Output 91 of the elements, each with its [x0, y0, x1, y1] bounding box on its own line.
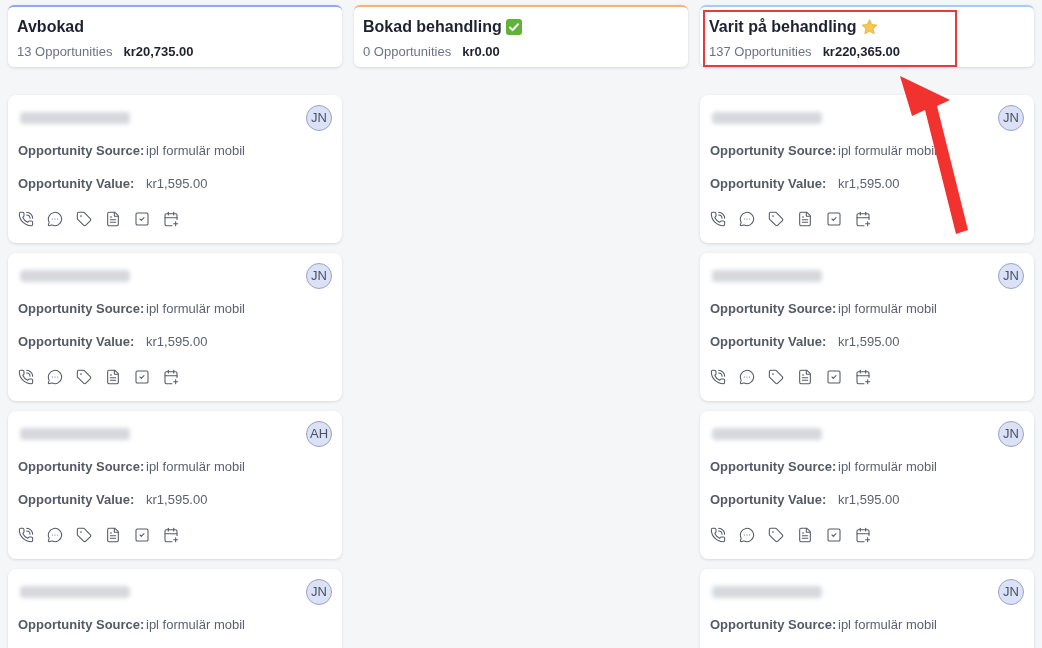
field-label: Opportunity Value:	[710, 332, 828, 351]
avatar: JN	[998, 105, 1024, 131]
opportunity-card[interactable]: JN Opportunity Source:ipl formulär mobil Opportunity Value: kr1,595.00	[8, 253, 342, 401]
stage-total: kr20,735.00	[123, 43, 194, 61]
field-label: Opportunity Value:	[18, 490, 136, 509]
field-label: Opportunity Value:	[710, 174, 828, 193]
field-value: ipl formulär mobil	[838, 141, 937, 160]
opportunity-count: 0 Opportunities	[363, 43, 452, 61]
opportunity-count: 13 Opportunities	[17, 43, 113, 61]
tag-icon[interactable]	[76, 527, 92, 543]
document-icon[interactable]	[105, 211, 121, 227]
field-value: ipl formulär mobil	[146, 299, 245, 318]
field-label: Opportunity Source:	[710, 299, 838, 318]
stage-title: Avbokad	[17, 17, 84, 37]
star-icon	[860, 19, 878, 35]
field-label: Opportunity Value:	[18, 332, 136, 351]
tag-icon[interactable]	[76, 369, 92, 385]
opportunity-card[interactable]: JN Opportunity Source:ipl formulär mobil Opportunity Value: kr1,595.00	[8, 95, 342, 243]
opportunity-card[interactable]: JN Opportunity Source:ipl formulär mobil	[8, 569, 342, 648]
opportunity-count: 137 Opportunities	[709, 43, 812, 61]
chat-icon[interactable]	[739, 211, 755, 227]
tag-icon[interactable]	[768, 527, 784, 543]
field-label: Opportunity Value:	[18, 174, 136, 193]
calendar-icon[interactable]	[163, 527, 179, 543]
phone-icon[interactable]	[710, 527, 726, 543]
document-icon[interactable]	[105, 369, 121, 385]
field-value: kr1,595.00	[838, 490, 900, 509]
tag-icon[interactable]	[768, 369, 784, 385]
field-value: ipl formulär mobil	[838, 457, 937, 476]
field-label: Opportunity Source:	[710, 457, 838, 476]
opportunity-card[interactable]: JN Opportunity Source:ipl formulär mobil	[700, 569, 1034, 648]
avatar: JN	[998, 579, 1024, 605]
tag-icon[interactable]	[768, 211, 784, 227]
field-value: kr1,595.00	[146, 490, 208, 509]
document-icon[interactable]	[797, 369, 813, 385]
phone-icon[interactable]	[18, 369, 34, 385]
field-label: Opportunity Source:	[710, 141, 838, 160]
field-value: kr1,595.00	[838, 332, 900, 351]
field-label: Opportunity Source:	[710, 615, 838, 634]
field-label: Opportunity Source:	[18, 299, 146, 318]
calendar-icon[interactable]	[855, 211, 871, 227]
avatar: JN	[306, 579, 332, 605]
chat-icon[interactable]	[47, 369, 63, 385]
chat-icon[interactable]	[47, 211, 63, 227]
field-value: kr1,595.00	[838, 174, 900, 193]
document-icon[interactable]	[797, 527, 813, 543]
phone-icon[interactable]	[710, 211, 726, 227]
calendar-icon[interactable]	[855, 527, 871, 543]
chat-icon[interactable]	[47, 527, 63, 543]
chat-icon[interactable]	[739, 369, 755, 385]
checkbox-icon[interactable]	[134, 211, 150, 227]
phone-icon[interactable]	[18, 527, 34, 543]
opportunity-card[interactable]: JN Opportunity Source:ipl formulär mobil Opportunity Value: kr1,595.00	[700, 411, 1034, 559]
field-label: Opportunity Source:	[18, 141, 146, 160]
avatar: JN	[998, 263, 1024, 289]
tag-icon[interactable]	[76, 211, 92, 227]
stage-total: kr0.00	[462, 43, 500, 61]
stage-title: Bokad behandling	[363, 17, 502, 37]
avatar: JN	[998, 421, 1024, 447]
checkbox-icon[interactable]	[134, 527, 150, 543]
calendar-icon[interactable]	[163, 211, 179, 227]
field-value: kr1,595.00	[146, 332, 208, 351]
checkbox-icon[interactable]	[826, 527, 842, 543]
field-value: ipl formulär mobil	[146, 141, 245, 160]
avatar: AH	[306, 421, 332, 447]
opportunity-card[interactable]: JN Opportunity Source:ipl formulär mobil Opportunity Value: kr1,595.00	[700, 95, 1034, 243]
field-value: ipl formulär mobil	[146, 457, 245, 476]
field-label: Opportunity Source:	[18, 457, 146, 476]
field-value: ipl formulär mobil	[146, 615, 245, 634]
field-value: kr1,595.00	[146, 174, 208, 193]
field-value: ipl formulär mobil	[838, 299, 937, 318]
document-icon[interactable]	[797, 211, 813, 227]
field-label: Opportunity Source:	[18, 615, 146, 634]
opportunity-card[interactable]: JN Opportunity Source:ipl formulär mobil Opportunity Value: kr1,595.00	[700, 253, 1034, 401]
checkbox-icon[interactable]	[134, 369, 150, 385]
stage-total: kr220,365.00	[822, 43, 900, 61]
phone-icon[interactable]	[710, 369, 726, 385]
field-value: ipl formulär mobil	[838, 615, 937, 634]
field-label: Opportunity Value:	[710, 490, 828, 509]
checkbox-icon[interactable]	[826, 369, 842, 385]
chat-icon[interactable]	[739, 527, 755, 543]
opportunity-card[interactable]: AH Opportunity Source:ipl formulär mobil Opportunity Value: kr1,595.00	[8, 411, 342, 559]
calendar-icon[interactable]	[855, 369, 871, 385]
calendar-icon[interactable]	[163, 369, 179, 385]
avatar: JN	[306, 263, 332, 289]
phone-icon[interactable]	[18, 211, 34, 227]
stage-title: Varit på behandling	[709, 17, 857, 37]
document-icon[interactable]	[105, 527, 121, 543]
checkbox-icon[interactable]	[826, 211, 842, 227]
checkmark-icon	[505, 19, 522, 35]
avatar: JN	[306, 105, 332, 131]
